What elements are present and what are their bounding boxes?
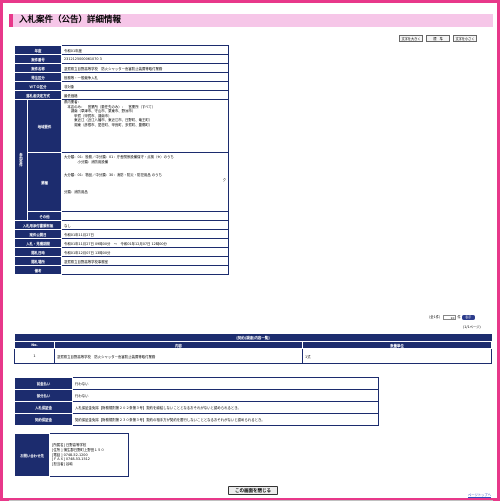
row-anken-name: 案件名称 滋賀県立目野高等学校 防火シャッター危害防止装置等取付業務 [14, 63, 229, 73]
value-nyusatsu-hoshokin: 入札保証金免除【財務規則第２０２条第３号】契約を締結しないこととなるおそれがない… [72, 401, 379, 414]
label-anken-name: 案件名称 [14, 63, 62, 73]
value-kaisatsu: 令和01年12月07日 13時00分 [61, 247, 229, 257]
label-sanka-group: 参加条件 [14, 99, 28, 221]
label-kaisatsu: 開札日時 [14, 247, 62, 257]
value-chiiki: 県内業者： 本店のみ： 営業所（委任先のみ）： 営業所（すべて） 湖南（草津市、… [61, 99, 229, 153]
label-maekin: 前金払い [14, 377, 73, 390]
contract-header-qty: 数量単位 [302, 341, 492, 349]
page-title: 入札案件（公告）詳細情報 [19, 15, 122, 25]
display-button[interactable]: 表示 [461, 314, 475, 320]
label-keiyaku-hoshokin: 契約保証金 [14, 413, 73, 426]
row-nendo: 年度 令和01年度 [14, 45, 229, 55]
page-frame: 入札案件（公告）詳細情報 文字を大きく 標 準 文字を小さく 年度 令和01年度… [3, 3, 497, 501]
label-sonota: その他 [27, 211, 62, 221]
row-biko: 備考 [14, 265, 229, 275]
label-anken-no: 案件番号 [14, 54, 62, 64]
contract-header-content: 内容 [54, 341, 303, 349]
value-wto: 非対象 [61, 81, 229, 91]
label-koukoku: 案件公開日 [14, 229, 62, 239]
row-gyoshu: 業種 大分類：01：役務／中分類：01：庁舎関係設備保守・点検（※）のうち 小分… [15, 152, 229, 212]
table-row: 入札保証金 入札保証金免除【財務規則第２０２条第３号】契約を締結しないこととなる… [14, 401, 379, 414]
text-size-controls: 文字を大きく 標 準 文字を小さく [399, 35, 477, 42]
value-koukoku: 令和01年11月27日 [61, 229, 229, 239]
inquiry-contact: [担当者] 谷嶋 [52, 462, 73, 467]
text-larger-button[interactable]: 文字を大きく [399, 35, 423, 42]
value-maekin: 行わない [72, 377, 379, 390]
inquiry-table: お問い合わせ先 [所属名] 日野高等学校 [住所 ] 蒲生郡日野町上野田１５０ … [14, 433, 129, 477]
contract-table: [契約(調達)内容一覧] No. 内容 数量単位 1 滋賀県立目野高等学校 防火… [14, 334, 492, 364]
text-normal-button[interactable]: 標 準 [426, 35, 450, 42]
per-page-select[interactable]: 10 [443, 314, 457, 320]
contract-cell-no: 1 [14, 348, 55, 364]
gyoshu-line1b: 小分類：消防用設備 [64, 159, 109, 164]
value-uketsuke: 令和01年11月27日 09時00分 〜 令和01年12月07日 12時00分 [61, 238, 229, 248]
contract-header-no: No. [14, 341, 55, 349]
label-nyusatsu-hoshokin: 入札保証金 [14, 401, 73, 414]
value-keiyaku-hoshokin: 契約保証金免除【財務規則第２３０条第３号】契約の相手方が契約を履行しないこととな… [72, 413, 379, 426]
row-hacchu: 発注区分 役務等・一般競争入札 [14, 72, 229, 82]
label-basho: 開札場所 [14, 256, 62, 266]
table-row: 1 滋賀県立目野高等学校 防火シャッター危害防止装置等取付業務 1式 [14, 348, 492, 364]
row-sonota: その他 [15, 211, 229, 221]
value-gyoshu: 大分類：01：役務／中分類：01：庁舎関係設備保守・点検（※）のうち 小分類：消… [61, 152, 229, 212]
row-tenpu: 入札用添付書類有無 なし [14, 220, 229, 230]
value-inquiry: [所属名] 日野高等学校 [住所 ] 蒲生郡日野町上野田１５０ [電話 ] 07… [49, 433, 129, 477]
contract-caption: [契約(調達)内容一覧] [14, 334, 492, 342]
table-row: 部分払い 行わない [14, 389, 379, 402]
per-page-suffix: 件 [457, 315, 461, 319]
value-nendo: 令和01年度 [61, 45, 229, 55]
pager: （全1件） 10 件 表示 [427, 314, 475, 320]
value-anken-name: 滋賀県立目野高等学校 防火シャッター危害防止装置等取付業務 [61, 63, 229, 73]
table-row: 前金払い 行わない [14, 377, 379, 390]
table-row: 契約保証金 契約保証金免除【財務規則第２３０条第３号】契約の相手方が契約を履行し… [14, 413, 379, 426]
row-rakusatsu: 落札者決定方式 最低価格 [14, 90, 229, 100]
pager-total: （全1件） [427, 315, 443, 319]
payment-conditions-table: 前金払い 行わない 部分払い 行わない 入札保証金 入札保証金免除【財務規則第２… [14, 377, 379, 426]
gyoshu-line2b: ク [222, 177, 226, 182]
row-wto: ＷＴＯ区分 非対象 [14, 81, 229, 91]
label-inquiry: お問い合わせ先 [14, 433, 50, 477]
row-koukoku: 案件公開日 令和01年11月27日 [14, 229, 229, 239]
title-accent-mark [9, 14, 13, 27]
row-anken-no: 案件番号 2312125000061070 3 [14, 54, 229, 64]
contract-cell-content: 滋賀県立目野高等学校 防火シャッター危害防止装置等取付業務 [54, 348, 303, 364]
label-biko: 備考 [14, 265, 62, 275]
label-hacchu: 発注区分 [14, 72, 62, 82]
label-wto: ＷＴＯ区分 [14, 81, 62, 91]
page-top-link[interactable]: ページトップへ [468, 492, 491, 497]
label-gyoshu: 業種 [27, 152, 62, 212]
close-window-button[interactable]: この画面を閉じる [228, 486, 278, 495]
label-uketsuke: 入札・見積期間 [14, 238, 62, 248]
row-basho: 開札場所 滋賀県立目野高等学校事務室 [14, 256, 229, 266]
page-count: (1/1ページ) [463, 325, 481, 329]
value-hacchu: 役務等・一般競争入札 [61, 72, 229, 82]
value-rakusatsu: 最低価格 [61, 90, 229, 100]
contract-cell-qty: 1式 [302, 348, 492, 364]
value-tenpu: なし [61, 220, 229, 230]
row-chiiki: 参加条件 地域要件 県内業者： 本店のみ： 営業所（委任先のみ）： 営業所（すべ… [14, 99, 229, 221]
gyoshu-line3: 分類：消防用品 [64, 190, 88, 195]
label-chiiki: 地域要件 [27, 99, 62, 153]
detail-table: 年度 令和01年度 案件番号 2312125000061070 3 案件名称 滋… [14, 45, 229, 275]
label-rakusatsu: 落札者決定方式 [14, 90, 62, 100]
row-uketsuke: 入札・見積期間 令和01年11月27日 09時00分 〜 令和01年12月07日… [14, 238, 229, 248]
label-nendo: 年度 [14, 45, 62, 55]
label-bubun: 部分払い [14, 389, 73, 402]
value-basho: 滋賀県立目野高等学校事務室 [61, 256, 229, 266]
value-biko [61, 265, 229, 275]
value-sonota [61, 211, 229, 221]
gyoshu-line1: 大分類：01：役務／中分類：01：庁舎関係設備保守・点検（※）のうち [64, 155, 174, 159]
row-kaisatsu: 開札日時 令和01年12月07日 13時00分 [14, 247, 229, 257]
value-bubun: 行わない [72, 389, 379, 402]
text-smaller-button[interactable]: 文字を小さく [453, 35, 477, 42]
page-title-bar: 入札案件（公告）詳細情報 [9, 14, 493, 27]
label-tenpu: 入札用添付書類有無 [14, 220, 62, 230]
value-anken-no: 2312125000061070 3 [61, 54, 229, 64]
